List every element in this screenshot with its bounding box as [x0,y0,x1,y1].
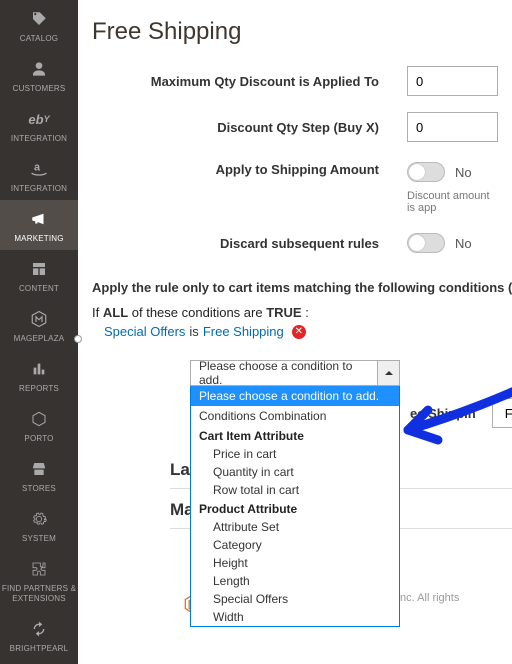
ebay-icon: ebY [28,108,49,130]
sidebar-item-weltpixel[interactable]: WELTPIXEL [0,660,78,664]
sidebar-item-label: FIND PARTNERS & EXTENSIONS [0,584,78,604]
dropdown-group: Product Attribute [191,499,399,518]
dropdown-group: Cart Item Attribute [191,426,399,445]
puzzle-icon [31,558,47,580]
row-apply-shipping: Apply to Shipping Amount No Discount amo… [92,150,498,220]
dropdown-option[interactable]: Price in cart [191,445,399,463]
remove-condition-icon[interactable]: ✕ [292,325,306,339]
row-qty-step: Discount Qty Step (Buy X) [92,104,498,150]
sidebar-item-label: PORTO [24,434,53,444]
toggle-apply-shipping-text: No [455,165,472,180]
row-max-qty: Maximum Qty Discount is Applied To [92,58,498,104]
toggle-discard[interactable] [407,233,445,253]
sidebar-item-system[interactable]: SYSTEM [0,500,78,550]
dropdown-option[interactable]: Row total in cart [191,481,399,499]
svg-text:a: a [34,162,41,174]
sidebar-item-label: STORES [22,484,56,494]
sidebar-item-label: INTEGRATION [11,184,67,194]
toggle-apply-shipping[interactable] [407,162,445,182]
sidebar-item-content[interactable]: CONTENT [0,250,78,300]
dropdown-option[interactable]: Conditions Combination [191,406,399,426]
sidebar-item-label: BRIGHTPEARL [10,644,69,654]
sidebar-item-label: MAGEPLAZA [14,334,65,344]
sidebar-item-marketing[interactable]: MARKETING [0,200,78,250]
sidebar-item-label: INTEGRATION [11,134,67,144]
sidebar-item-porto[interactable]: PORTO [0,400,78,450]
sync-icon [31,618,47,640]
label-max-qty: Maximum Qty Discount is Applied To [92,74,407,89]
sidebar-item-mageplaza[interactable]: MAGEPLAZA [0,300,78,350]
sidebar-item-ebay[interactable]: ebY INTEGRATION [0,100,78,150]
select-free-shipping[interactable]: For matching items [492,398,512,428]
sidebar-item-reports[interactable]: REPORTS [0,350,78,400]
condition-aggregator: If ALL of these conditions are TRUE : [92,305,498,320]
hexagon-m-icon [30,308,48,330]
section-labels-partial: La [170,460,190,480]
sidebar-item-amazon[interactable]: a INTEGRATION [0,150,78,200]
row-discard: Discard subsequent rules No [92,220,498,266]
input-qty-step[interactable] [407,112,498,142]
note-apply-shipping: Discount amount is app [407,190,498,214]
sidebar-collapse-handle[interactable] [74,335,82,343]
conditions-intro: Apply the rule only to cart items matchi… [78,266,512,295]
bar-chart-icon [31,358,47,380]
dropdown-option[interactable]: Special Offers [191,590,399,608]
dropdown-toggle-button[interactable] [377,361,399,385]
label-discard: Discard subsequent rules [92,236,407,251]
input-max-qty[interactable] [407,66,498,96]
conditions-block: If ALL of these conditions are TRUE : Sp… [78,295,512,339]
gear-icon [31,508,47,530]
cond-attribute[interactable]: Special Offers [104,324,185,339]
sidebar-item-brightpearl[interactable]: BRIGHTPEARL [0,610,78,660]
dropdown-selected[interactable]: Please choose a condition to add. [191,361,377,385]
sidebar-item-label: CUSTOMERS [13,84,66,94]
sidebar-item-catalog[interactable]: CATALOG [0,0,78,50]
aggregator-true[interactable]: TRUE [266,305,301,320]
sidebar-item-partners[interactable]: FIND PARTNERS & EXTENSIONS [0,550,78,610]
aggregator-all[interactable]: ALL [103,305,128,320]
condition-add-dropdown: Please choose a condition to add. Please… [190,360,400,627]
sidebar-item-label: SYSTEM [22,534,56,544]
tag-icon [30,8,48,30]
megaphone-icon [29,208,49,230]
admin-sidebar: CATALOG CUSTOMERS ebY INTEGRATION a INTE… [0,0,78,664]
sidebar-item-customers[interactable]: CUSTOMERS [0,50,78,100]
dropdown-option[interactable]: Width [191,608,399,626]
dropdown-option[interactable]: Attribute Set [191,518,399,536]
sidebar-item-label: CATALOG [20,34,58,44]
person-icon [31,58,47,80]
dropdown-option[interactable]: Quantity in cart [191,463,399,481]
dropdown-option[interactable]: Height [191,554,399,572]
dropdown-option[interactable]: Length [191,572,399,590]
layout-icon [31,258,47,280]
cond-value[interactable]: Free Shipping [203,324,284,339]
condition-row: Special Offers is Free Shipping ✕ [92,324,498,339]
page-title: Free Shipping [78,0,512,58]
sidebar-item-stores[interactable]: STORES [0,450,78,500]
label-qty-step: Discount Qty Step (Buy X) [92,120,407,135]
hexagon-icon [31,408,47,430]
amazon-icon: a [29,158,49,180]
store-icon [30,458,48,480]
dropdown-list: Please choose a condition to add.Conditi… [190,386,400,627]
dropdown-option[interactable]: Category [191,536,399,554]
label-apply-shipping: Apply to Shipping Amount [92,162,407,177]
toggle-discard-text: No [455,236,472,251]
main-content: Free Shipping Maximum Qty Discount is Ap… [78,0,512,664]
dropdown-option[interactable]: Please choose a condition to add. [191,386,399,406]
triangle-up-icon [384,368,394,378]
label-free-shipping-partial: ee Shippin [410,406,476,421]
sidebar-item-label: CONTENT [19,284,59,294]
sidebar-item-label: REPORTS [19,384,59,394]
sidebar-item-label: MARKETING [14,234,63,244]
